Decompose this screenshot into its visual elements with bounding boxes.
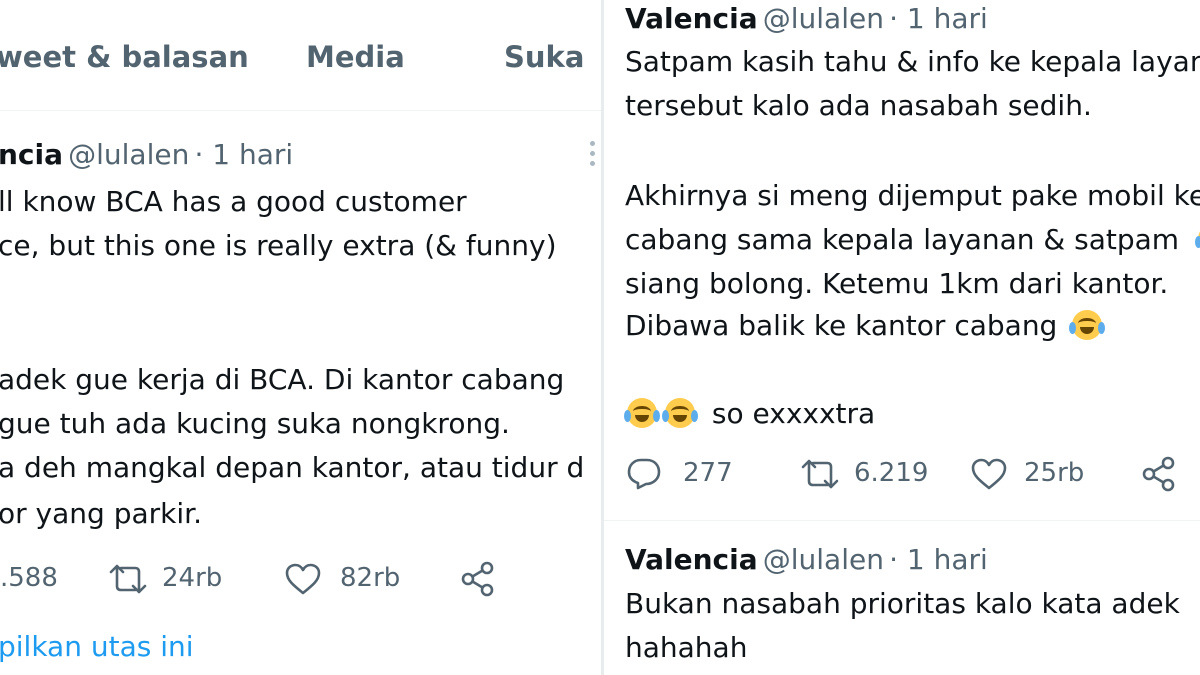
reply-count: 277 <box>683 458 733 488</box>
show-thread-link[interactable]: pilkan utas ini <box>0 630 194 663</box>
reply-count: .588 <box>0 563 58 593</box>
tab-media[interactable]: Media <box>306 40 405 74</box>
author-handle[interactable]: @lulalen <box>763 543 884 576</box>
tweet-header: ncia @lulalen · 1 hari <box>0 138 293 171</box>
tweet-line: adek gue kerja di BCA. Di kantor cabang <box>0 363 565 396</box>
reply-bubble-icon[interactable] <box>626 457 662 491</box>
tweet-line: Akhirnya si meng dijemput pake mobil ke <box>625 179 1200 212</box>
share-icon[interactable] <box>1140 455 1178 493</box>
share-icon[interactable] <box>459 560 497 598</box>
author-name[interactable]: Valencia <box>625 543 758 576</box>
author-handle[interactable]: @lulalen <box>68 138 189 171</box>
tweet-line: hahahah <box>625 631 748 664</box>
tweet-line: ll know BCA has a good customer <box>0 185 467 218</box>
tweet-header: Valencia @lulalen · 1 hari <box>625 543 988 576</box>
tweet-line: cabang sama kepala layanan & satpam <box>625 223 1180 256</box>
author-handle[interactable]: @lulalen <box>763 2 884 35</box>
heart-icon[interactable] <box>284 562 322 596</box>
tweet-line: a deh mangkal depan kantor, atau tidur d <box>0 451 585 484</box>
tweet-line: Bukan nasabah prioritas kalo kata adek <box>625 587 1180 620</box>
retweet-count: 24rb <box>162 563 223 593</box>
face-with-tears-of-joy-emoji <box>1069 310 1106 340</box>
tweet-line: Dibawa balik ke kantor cabang <box>625 309 1058 342</box>
retweet-icon[interactable] <box>105 562 151 596</box>
right-screenshot-panel: Valencia @lulalen · 1 hari Satpam kasih … <box>604 0 1200 675</box>
tab-tweets-and-replies[interactable]: weet & balasan <box>0 40 249 74</box>
more-vertical-icon[interactable] <box>589 141 597 169</box>
tweet-time[interactable]: · 1 hari <box>889 543 988 576</box>
tweet-line: Satpam kasih tahu & info ke kepala layan <box>625 45 1200 78</box>
tweet-line-with-emoji: Dibawa balik ke kantor cabang <box>625 304 1106 348</box>
like-count: 25rb <box>1024 458 1085 488</box>
tweet-line: tersebut kalo ada nasabah sedih. <box>625 89 1092 122</box>
tweet-line: ce, but this one is really extra (& funn… <box>0 229 557 262</box>
tweet-line: gue tuh ada kucing suka nongkrong. <box>0 407 510 440</box>
retweet-icon[interactable] <box>797 457 843 491</box>
tweet-time[interactable]: · 1 hari <box>194 138 293 171</box>
tab-likes[interactable]: Suka <box>504 40 584 74</box>
tweet-line: or yang parkir. <box>0 497 202 530</box>
tweet-line: so exxxxtra <box>711 397 876 430</box>
face-with-tears-of-joy-emoji <box>624 398 660 428</box>
like-count: 82rb <box>340 563 401 593</box>
tweet-line: siang bolong. Ketemu 1km dari kantor. <box>625 267 1169 300</box>
retweet-count: 6.219 <box>854 458 929 488</box>
tweet-divider <box>604 520 1200 521</box>
heart-icon[interactable] <box>970 457 1008 491</box>
face-with-tears-of-joy-emoji <box>662 398 698 428</box>
author-name[interactable]: Valencia <box>625 2 758 35</box>
left-screenshot-panel: weet & balasan Media Suka ncia @lulalen … <box>0 0 601 675</box>
tweet-header: Valencia @lulalen · 1 hari <box>625 2 988 35</box>
tweet-line-with-emoji: cabang sama kepala layanan & satpam <box>625 218 1200 262</box>
author-name[interactable]: ncia <box>0 138 63 171</box>
tabs-divider <box>0 110 601 111</box>
tweet-time[interactable]: · 1 hari <box>889 2 988 35</box>
tweet-line-with-emoji: so exxxxtra <box>624 392 876 436</box>
